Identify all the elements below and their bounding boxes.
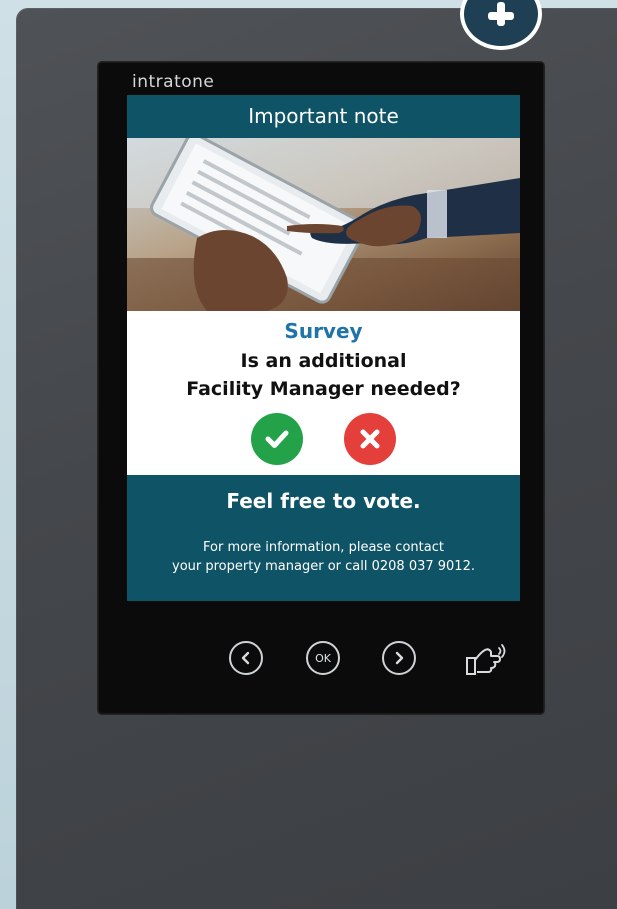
- brand-logo: intratone: [132, 72, 215, 92]
- vote-cta: Feel free to vote.: [226, 489, 421, 513]
- info-line-2: your property manager or call 0208 037 9…: [172, 559, 475, 574]
- nfc-hand-icon[interactable]: [461, 640, 511, 680]
- survey-question: Is an additional Facility Manager needed…: [127, 347, 520, 403]
- question-line-2: Facility Manager needed?: [186, 378, 461, 400]
- display-screen: Important note Survey Is an additional F…: [127, 95, 520, 601]
- chevron-left-icon: [241, 651, 250, 665]
- vote-yes-button[interactable]: [251, 413, 303, 465]
- plus-icon: [460, 0, 542, 50]
- next-button[interactable]: [382, 641, 416, 675]
- contact-info: For more information, please contact you…: [127, 538, 520, 576]
- chevron-right-icon: [395, 651, 404, 665]
- ok-button[interactable]: OK: [306, 641, 340, 675]
- ok-label: OK: [315, 651, 331, 665]
- check-icon: [265, 430, 289, 448]
- previous-button[interactable]: [229, 641, 263, 675]
- document-review-photo: [127, 132, 520, 311]
- vote-footer: Feel free to vote. For more information,…: [127, 475, 520, 601]
- info-line-1: For more information, please contact: [203, 540, 444, 555]
- screen-header: Important note: [127, 95, 520, 138]
- vote-no-button[interactable]: [344, 413, 396, 465]
- question-line-1: Is an additional: [240, 350, 407, 372]
- close-icon: [360, 429, 380, 449]
- survey-title: Survey: [284, 319, 363, 343]
